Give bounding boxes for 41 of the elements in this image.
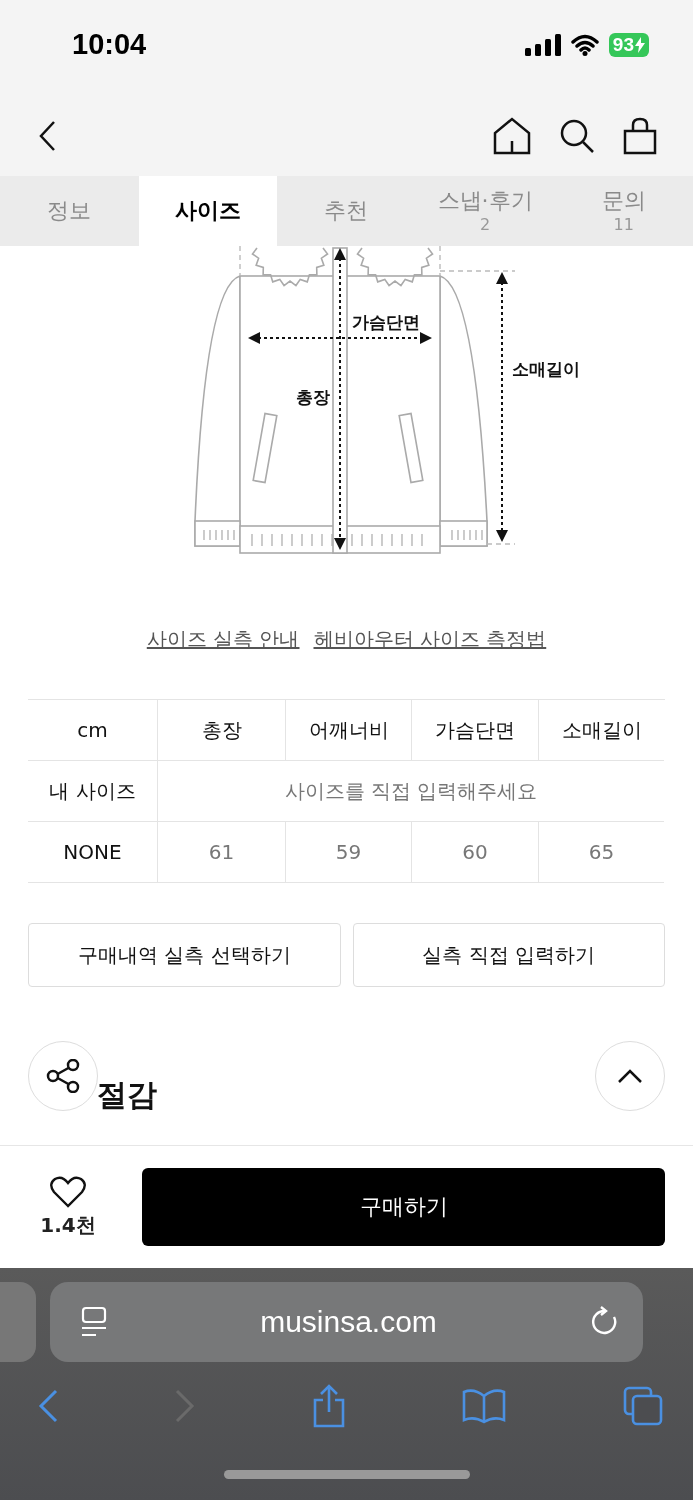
table-cell: 60	[411, 822, 538, 883]
back-icon[interactable]	[38, 119, 56, 152]
heart-icon[interactable]	[50, 1175, 86, 1208]
share-icon[interactable]	[311, 1384, 346, 1428]
measure-button[interactable]: 구매내역 실측 선택하기	[28, 923, 341, 987]
table-header-cell: 소매길이	[538, 700, 664, 761]
wifi-icon	[570, 33, 599, 56]
buy-button[interactable]: 구매하기	[142, 1168, 665, 1246]
chest-label: 가슴단면	[352, 312, 420, 332]
table-header-cell: cm	[28, 700, 157, 761]
bag-icon[interactable]	[623, 116, 657, 155]
status-time: 10:04	[72, 28, 147, 61]
home-icon[interactable]	[493, 116, 531, 155]
table-cell: 59	[285, 822, 411, 883]
size-input-field[interactable]: 사이즈를 직접 입력해주세요	[157, 761, 664, 822]
signal-icon	[524, 33, 561, 56]
tab-preview[interactable]	[0, 1282, 36, 1362]
table-header-cell: 총장	[157, 700, 285, 761]
share-icon	[46, 1059, 80, 1093]
battery-indicator: 93	[608, 32, 649, 57]
table-row-label: NONE	[28, 822, 157, 883]
chevron-up-icon	[617, 1068, 643, 1084]
table-row-label: 내 사이즈	[28, 761, 157, 822]
guide-link[interactable]: 사이즈 실측 안내	[146, 626, 300, 653]
sleeve-label: 소매길이	[512, 359, 580, 379]
table-header-cell: 어깨너비	[285, 700, 411, 761]
table-cell: 61	[157, 822, 285, 883]
address-bar[interactable]: musinsa.com	[50, 1282, 643, 1362]
tab[interactable]: 사이즈	[138, 176, 278, 246]
tabs-icon[interactable]	[623, 1386, 663, 1426]
table-header-cell: 가슴단면	[411, 700, 538, 761]
reader-icon	[80, 1306, 108, 1338]
like-count: 1.4천	[40, 1211, 96, 1239]
length-label: 총장	[296, 387, 330, 407]
section-heading: 절감	[97, 1076, 157, 1114]
guide-link[interactable]: 헤비아우터 사이즈 측정법	[313, 626, 547, 653]
forward-icon[interactable]	[174, 1389, 195, 1423]
book-icon[interactable]	[462, 1388, 507, 1424]
measure-button[interactable]: 실측 직접 입력하기	[352, 923, 665, 987]
search-icon[interactable]	[559, 117, 595, 154]
table-cell: 65	[538, 822, 664, 883]
